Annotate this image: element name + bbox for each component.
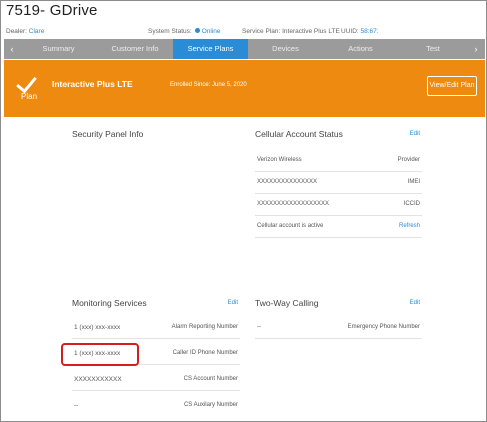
enrolled-since: Enrolled Since: June 5, 2020: [170, 82, 247, 88]
emergency-phone-label: Emergency Phone Number: [347, 324, 420, 330]
tab-prev-arrow-icon[interactable]: ‹: [4, 39, 20, 59]
two-way-calling-panel: Two-Way Calling Edit -- Emergency Phone N…: [255, 298, 422, 348]
cellular-imei-value: XXXXXXXXXXXXXXX: [257, 179, 318, 185]
system-status: System Status: Online: [148, 28, 221, 35]
monitoring-panel-title: Monitoring Services: [72, 298, 147, 308]
cellular-refresh-link[interactable]: Refresh: [399, 223, 420, 229]
tab-customer-info[interactable]: Customer Info: [97, 39, 173, 59]
tab-next-arrow-icon[interactable]: ›: [468, 39, 484, 59]
cs-auxilary-label: CS Auxilary Number: [183, 402, 238, 408]
cs-account-value: XXXXXXXXXXX: [74, 376, 122, 383]
tab-actions[interactable]: Actions: [323, 39, 398, 59]
alarm-reporting-value: 1 (xxx) xxx-xxxx: [74, 324, 121, 331]
tab-service-plans[interactable]: Service Plans: [173, 39, 248, 59]
checkmark-icon: [16, 71, 37, 94]
cellular-imei-label: IMEI: [407, 179, 420, 185]
cellular-row-iccid: XXXXXXXXXXXXXXXXXX ICCID: [255, 194, 422, 216]
plan-label: Plan: [21, 92, 38, 101]
plan-banner: Plan Interactive Plus LTE Enrolled Since…: [4, 60, 485, 117]
security-panel-title: Security Panel Info: [72, 129, 144, 139]
two-way-edit-link[interactable]: Edit: [410, 300, 420, 306]
monitoring-row-alarm: 1 (xxx) xxx-xxxx Alarm Reporting Number: [72, 317, 240, 339]
cellular-provider-value: Verizon Wireless: [257, 157, 302, 163]
system-status-value: Online: [201, 28, 221, 35]
dealer-info: Dealer: Clare: [6, 28, 44, 35]
security-panel-info: Security Panel Info: [72, 129, 237, 159]
monitoring-row-account: XXXXXXXXXXX CS Account Number: [72, 369, 240, 391]
cellular-edit-link[interactable]: Edit: [410, 131, 420, 137]
cellular-iccid-value: XXXXXXXXXXXXXXXXXX: [257, 201, 330, 207]
page-title: 7519- GDrive: [6, 2, 98, 19]
service-plan-info: Service Plan: Interactive Plus LTE: [242, 28, 340, 35]
service-plan-label: Service Plan:: [242, 28, 281, 35]
monitoring-edit-link[interactable]: Edit: [228, 300, 238, 306]
plan-name: Interactive Plus LTE: [52, 79, 133, 89]
cellular-row-status: Cellular account is active Refresh: [255, 216, 422, 238]
service-plan-value: Interactive Plus LTE: [282, 28, 340, 35]
cellular-provider-label: Provider: [397, 157, 420, 163]
uuid-label: UUID:: [341, 28, 359, 35]
account-subheader: Dealer: Clare System Status: Online Servi…: [1, 25, 486, 39]
uuid-info: UUID: 58:67:: [341, 28, 379, 35]
cellular-panel-title: Cellular Account Status: [255, 129, 343, 139]
emergency-phone-value: --: [257, 324, 261, 330]
alarm-reporting-label: Alarm Reporting Number: [171, 324, 238, 330]
cellular-status-text: Cellular account is active: [257, 223, 324, 229]
tab-test[interactable]: Test: [398, 39, 468, 59]
tab-bar: ‹ Summary Customer Info Service Plans De…: [4, 39, 485, 59]
two-way-row-emergency: -- Emergency Phone Number: [255, 317, 422, 339]
cellular-iccid-label: ICCID: [403, 201, 420, 207]
cs-auxilary-value: --: [74, 402, 79, 409]
cs-account-label: CS Account Number: [183, 376, 238, 382]
two-way-panel-title: Two-Way Calling: [255, 298, 319, 308]
view-edit-plan-button[interactable]: View/Edit Plan: [427, 76, 477, 96]
monitoring-row-auxilary: -- CS Auxilary Number: [72, 395, 240, 416]
tab-devices[interactable]: Devices: [248, 39, 323, 59]
dealer-link[interactable]: Clare: [29, 28, 45, 35]
caller-id-highlight: [61, 343, 139, 366]
dealer-label: Dealer:: [6, 28, 27, 35]
tab-summary[interactable]: Summary: [20, 39, 97, 59]
system-status-label: System Status:: [148, 28, 192, 35]
status-dot-icon: [194, 28, 200, 33]
app-window: 7519- GDrive Dealer: Clare System Status…: [0, 0, 487, 422]
cellular-account-panel: Cellular Account Status Edit Verizon Wir…: [255, 129, 422, 239]
cellular-row-imei: XXXXXXXXXXXXXXX IMEI: [255, 172, 422, 194]
uuid-value: 58:67:: [360, 28, 379, 35]
cellular-row-provider: Verizon Wireless Provider: [255, 150, 422, 172]
caller-id-label: Caller ID Phone Number: [172, 350, 238, 356]
